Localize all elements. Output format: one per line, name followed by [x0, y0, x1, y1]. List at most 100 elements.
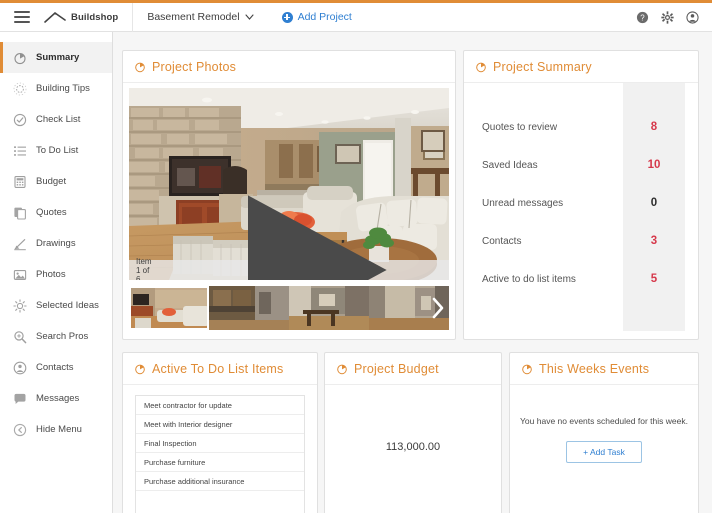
- collapse-icon: [13, 423, 27, 436]
- account-icon[interactable]: [686, 10, 699, 24]
- chevron-right-icon: [432, 297, 444, 319]
- thumbnail-item[interactable]: [209, 286, 289, 330]
- summary-row[interactable]: Contacts 3: [464, 222, 698, 260]
- sidebar-item-label: Hide Menu: [36, 424, 82, 435]
- summary-icon: [522, 364, 532, 374]
- brand-logo-link[interactable]: Buildshop: [44, 11, 118, 23]
- play-icon[interactable]: [152, 174, 449, 280]
- contact-icon: [13, 361, 27, 374]
- summary-row[interactable]: Quotes to review 8: [464, 108, 698, 146]
- sidebar-item-selected-ideas[interactable]: Selected Ideas: [0, 290, 112, 321]
- topbar-actions: ?: [636, 10, 699, 24]
- calculator-icon: [14, 175, 26, 188]
- sidebar-item-label: Summary: [36, 52, 80, 63]
- gear-icon[interactable]: [661, 10, 674, 24]
- search-icon: [14, 330, 27, 343]
- summary-icon: [135, 62, 145, 72]
- list-item-empty: [136, 491, 304, 513]
- sidebar-item-summary[interactable]: Summary: [0, 42, 112, 73]
- project-photos-header: Project Photos: [123, 51, 455, 83]
- events-empty-message: You have no events scheduled for this we…: [520, 416, 688, 426]
- project-budget-panel: Project Budget 113,000.00: [324, 352, 502, 513]
- idea-icon: [13, 298, 27, 313]
- weekly-events-body: You have no events scheduled for this we…: [510, 385, 698, 513]
- summary-icon: [14, 52, 26, 64]
- sidebar-item-label: Budget: [36, 176, 67, 187]
- sidebar-item-drawings[interactable]: Drawings: [0, 228, 112, 259]
- panel-title: This Weeks Events: [539, 361, 650, 376]
- todo-list: Meet contractor for update Meet with Int…: [135, 395, 305, 513]
- photo-gallery: Item 1 of 6: [129, 88, 449, 332]
- list-item[interactable]: Meet contractor for update: [136, 396, 304, 415]
- list-item[interactable]: Purchase furniture: [136, 453, 304, 472]
- sidebar-item-building-tips[interactable]: Building Tips: [0, 73, 112, 104]
- summary-row-value: 10: [647, 159, 661, 171]
- summary-icon: [337, 364, 347, 374]
- lightbulb-icon: [13, 82, 27, 95]
- add-task-button[interactable]: + Add Task: [566, 440, 642, 463]
- roof-logo-icon: [44, 11, 66, 23]
- add-project-button[interactable]: Add Project: [281, 11, 352, 23]
- thumbnail-item[interactable]: [289, 286, 369, 330]
- summary-row-label: Unread messages: [482, 197, 564, 209]
- summary-row-label: Contacts: [482, 235, 522, 247]
- sidebar-item-photos[interactable]: Photos: [0, 259, 112, 290]
- sidebar-item-label: Messages: [36, 393, 80, 404]
- thumbnails-next-button[interactable]: [427, 286, 449, 330]
- documents-icon: [14, 207, 26, 220]
- sidebar-item-budget[interactable]: Budget: [0, 166, 112, 197]
- panel-title: Project Summary: [493, 59, 592, 74]
- sidebar-item-to-do-list[interactable]: To Do List: [0, 135, 112, 166]
- summary-row[interactable]: Unread messages 0: [464, 184, 698, 222]
- svg-text:?: ?: [640, 13, 645, 22]
- sidebar-item-hide-menu[interactable]: Hide Menu: [0, 414, 112, 445]
- help-icon[interactable]: ?: [636, 11, 649, 24]
- summary-row-label: Quotes to review: [482, 121, 558, 133]
- panel-title: Project Photos: [152, 59, 237, 74]
- list-item[interactable]: Purchase additional insurance: [136, 472, 304, 491]
- weekly-events-header: This Weeks Events: [510, 353, 698, 385]
- weekly-events-panel: This Weeks Events You have no events sch…: [509, 352, 699, 513]
- project-selector[interactable]: Basement Remodel: [147, 11, 254, 23]
- project-summary-panel: Project Summary Quotes to review 8 Saved…: [463, 50, 699, 340]
- topbar-divider: [132, 2, 134, 32]
- photo-controls: [152, 174, 449, 280]
- project-budget-header: Project Budget: [325, 353, 501, 385]
- hamburger-icon[interactable]: [14, 11, 30, 23]
- sidebar-item-label: Building Tips: [36, 83, 90, 94]
- top-bar: Buildshop Basement Remodel Add Project ?: [0, 2, 712, 32]
- summary-row[interactable]: Active to do list items 5: [464, 260, 698, 298]
- sidebar-item-label: Search Pros: [36, 331, 89, 342]
- project-budget-body: 113,000.00: [325, 385, 501, 513]
- thumbnail-kitchen: [209, 286, 289, 330]
- add-project-label: Add Project: [297, 11, 352, 23]
- sidebar-item-messages[interactable]: Messages: [0, 383, 112, 414]
- app-root: Buildshop Basement Remodel Add Project ?: [0, 0, 712, 513]
- list-item[interactable]: Final Inspection: [136, 434, 304, 453]
- summary-rows: Quotes to review 8 Saved Ideas 10 Unread…: [464, 83, 698, 298]
- budget-amount: 113,000.00: [385, 441, 441, 453]
- thumbnail-dining: [289, 286, 369, 330]
- sidebar-item-quotes[interactable]: Quotes: [0, 197, 112, 228]
- summary-icon: [476, 62, 486, 72]
- project-summary-header: Project Summary: [464, 51, 698, 83]
- summary-row-value: 8: [650, 121, 658, 133]
- sidebar-item-check-list[interactable]: Check List: [0, 104, 112, 135]
- photo-thumbnail-strip: [129, 286, 449, 330]
- project-photos-panel: Project Photos Item 1 of 6: [122, 50, 456, 340]
- summary-icon: [135, 364, 145, 374]
- brand-name: Buildshop: [71, 11, 119, 23]
- sidebar-item-label: Selected Ideas: [36, 300, 99, 311]
- list-item[interactable]: Meet with Interior designer: [136, 415, 304, 434]
- summary-row-value: 0: [650, 197, 658, 209]
- sidebar-item-contacts[interactable]: Contacts: [0, 352, 112, 383]
- panel-title: Project Budget: [354, 361, 439, 376]
- summary-row[interactable]: Saved Ideas 10: [464, 146, 698, 184]
- active-todo-panel: Active To Do List Items Meet contractor …: [122, 352, 318, 513]
- summary-row-label: Saved Ideas: [482, 159, 538, 171]
- sidebar-item-search-pros[interactable]: Search Pros: [0, 321, 112, 352]
- active-todo-header: Active To Do List Items: [123, 353, 317, 385]
- photo-main-image[interactable]: Item 1 of 6: [129, 88, 449, 280]
- thumbnail-item[interactable]: [129, 286, 209, 330]
- thumbnail-living-room: [129, 286, 209, 330]
